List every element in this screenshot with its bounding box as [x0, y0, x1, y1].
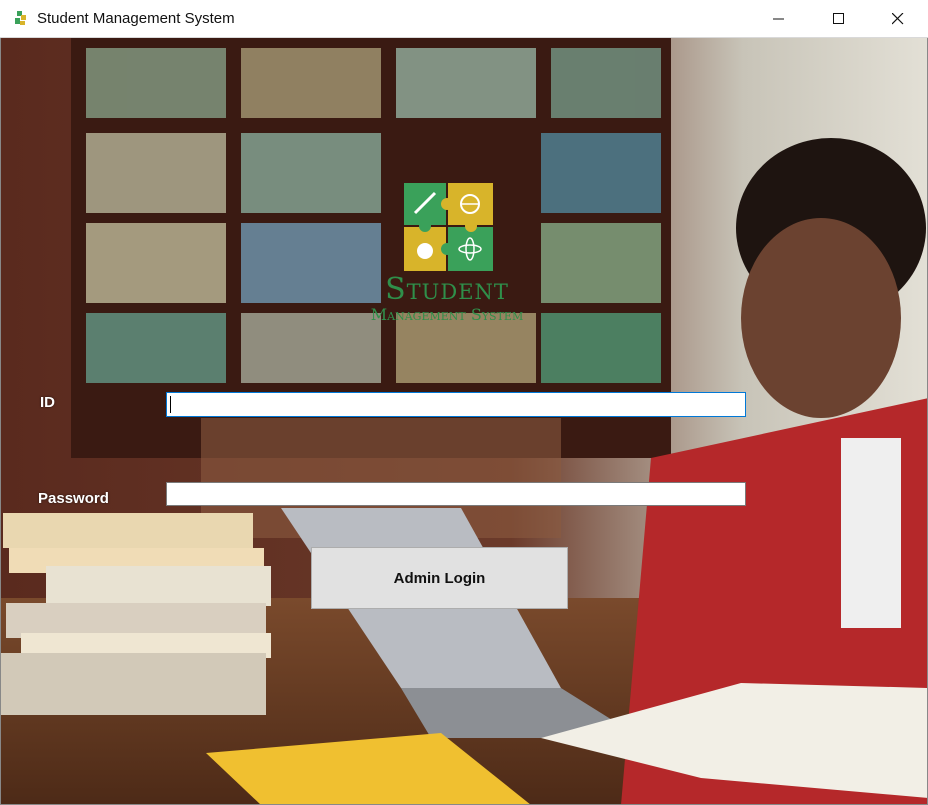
close-icon	[892, 12, 904, 24]
id-input[interactable]	[166, 392, 746, 417]
logo-title: Student	[385, 272, 509, 307]
id-label: ID	[40, 394, 55, 411]
window-title: Student Management System	[37, 10, 235, 27]
password-input[interactable]	[166, 482, 746, 506]
maximize-icon	[833, 12, 844, 24]
login-form-area: Student Management System ID Password Ad…	[0, 38, 928, 805]
text-caret	[170, 396, 171, 413]
password-label: Password	[38, 490, 109, 507]
minimize-button[interactable]	[750, 0, 808, 37]
app-icon	[15, 11, 26, 25]
close-button[interactable]	[869, 0, 927, 37]
title-bar[interactable]: Student Management System	[0, 0, 928, 38]
minimize-icon	[773, 18, 784, 19]
library-background-image	[1, 38, 927, 804]
maximize-button[interactable]	[810, 0, 868, 37]
logo-subtitle: Management System	[370, 305, 524, 324]
school-puzzle-logo-icon	[404, 183, 493, 271]
admin-login-button[interactable]: Admin Login	[311, 547, 568, 609]
